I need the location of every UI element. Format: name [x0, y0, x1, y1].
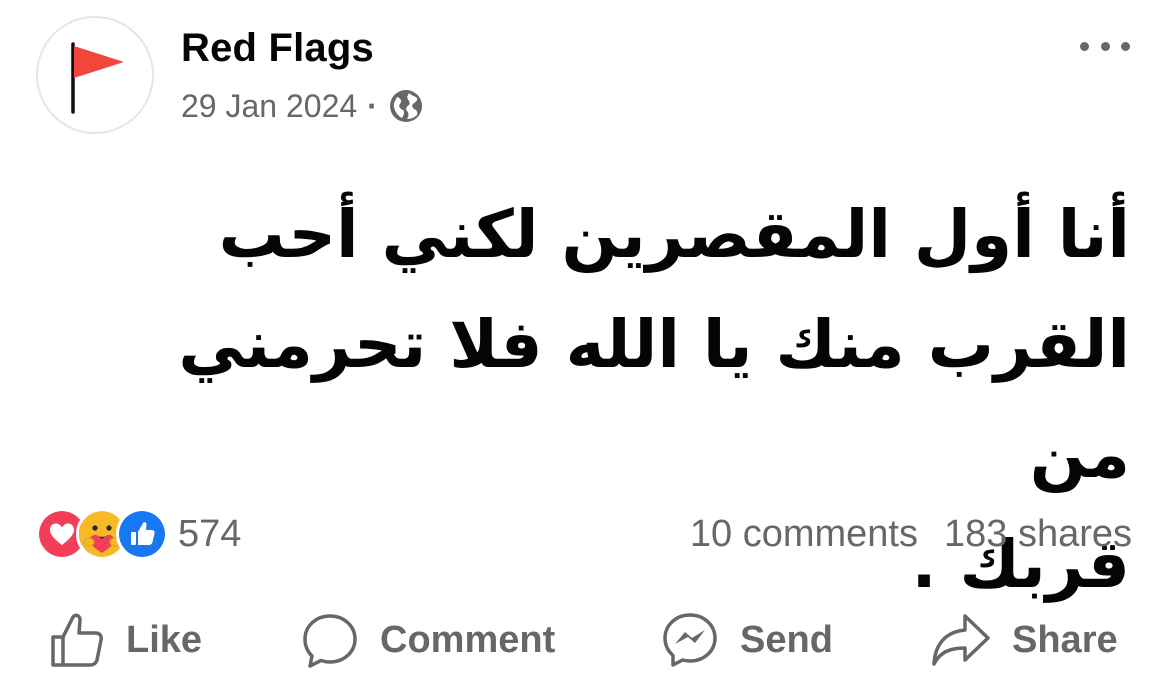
more-options-button[interactable] — [1080, 36, 1130, 56]
post-action-bar: Like Comment Send Share — [0, 608, 1170, 672]
reaction-icons — [36, 508, 168, 560]
comment-label: Comment — [380, 618, 556, 661]
post-stats: 10 comments 183 shares — [690, 508, 1132, 560]
share-label: Share — [1012, 618, 1118, 661]
more-dot-icon — [1121, 41, 1130, 51]
share-button[interactable]: Share — [930, 608, 1118, 672]
comment-icon — [303, 614, 357, 668]
comments-count[interactable]: 10 comments — [690, 513, 918, 556]
more-dot-icon — [1080, 41, 1089, 51]
like-icon — [51, 613, 103, 667]
comment-button[interactable]: Comment — [300, 608, 555, 672]
meta-separator: · — [367, 87, 378, 124]
page-name[interactable]: Red Flags — [181, 26, 374, 71]
like-label: Like — [126, 618, 203, 661]
shares-count[interactable]: 183 shares — [944, 513, 1132, 556]
reaction-count: 574 — [178, 512, 242, 555]
share-icon — [932, 614, 990, 666]
like-button[interactable]: Like — [48, 608, 202, 672]
post-date[interactable]: 29 Jan 2024 — [181, 88, 357, 125]
send-button[interactable]: Send — [660, 608, 833, 672]
more-dot-icon — [1100, 41, 1110, 51]
page-avatar[interactable] — [36, 16, 154, 134]
post-meta: 29 Jan 2024 · — [181, 84, 424, 128]
like-reaction-icon — [116, 508, 168, 560]
reactions-summary[interactable]: 574 — [36, 508, 241, 560]
globe-icon[interactable] — [388, 88, 424, 124]
send-label: Send — [740, 618, 833, 661]
red-flag-icon — [71, 42, 124, 114]
messenger-icon — [663, 613, 717, 667]
